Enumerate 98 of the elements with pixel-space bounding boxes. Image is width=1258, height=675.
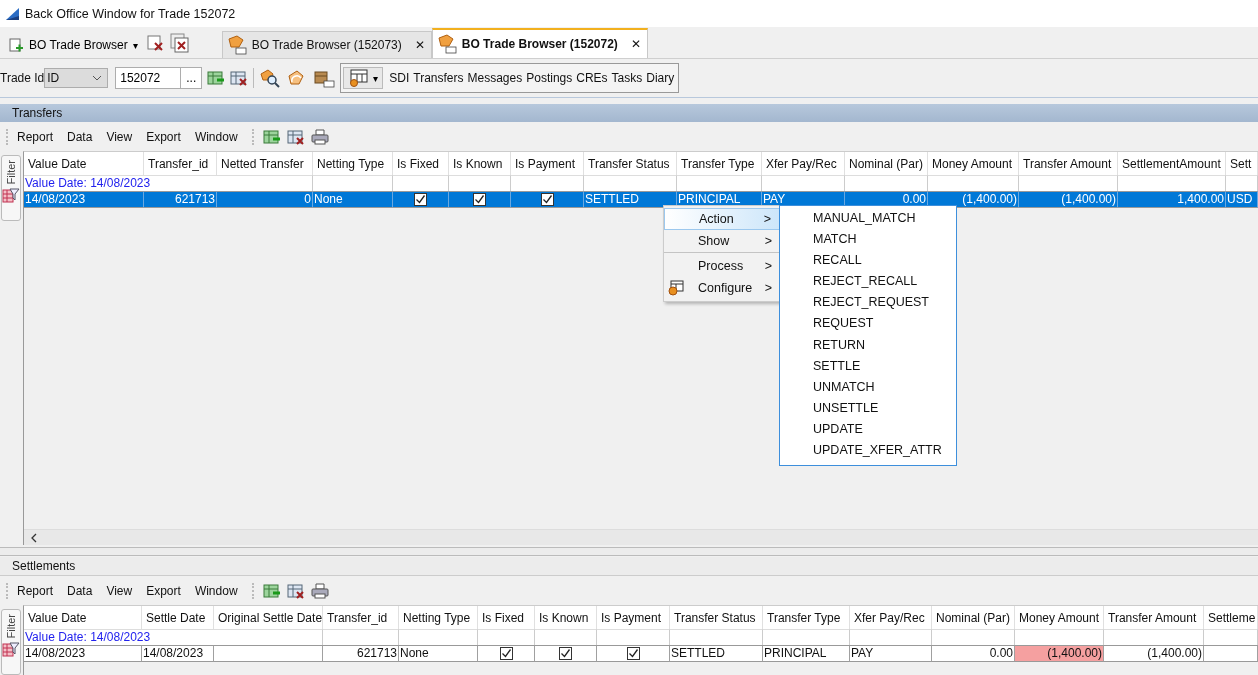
id-type-dropdown[interactable]: ID xyxy=(44,68,109,88)
submenu-item[interactable]: UPDATE xyxy=(780,418,956,441)
menu-item[interactable]: Report xyxy=(17,583,54,598)
document-icon xyxy=(226,35,249,55)
submenu-item[interactable]: RECALL xyxy=(780,250,956,272)
printer-icon[interactable] xyxy=(310,582,329,599)
menu-item[interactable]: Export xyxy=(146,583,181,598)
submenu-item[interactable]: REJECT_REQUEST xyxy=(780,292,956,314)
submenu-item[interactable]: UPDATE_XFER_ATTR xyxy=(780,440,956,462)
scroll-left-icon[interactable] xyxy=(30,532,38,543)
app-logo-icon xyxy=(5,6,21,21)
table-cell: None xyxy=(313,191,393,208)
table-export-icon[interactable] xyxy=(262,582,281,599)
document-tab[interactable]: BO Trade Browser (152073) ✕ xyxy=(221,31,432,58)
window-title: Back Office Window for Trade 152072 xyxy=(25,6,236,21)
table-cell: (1,400.00) xyxy=(1019,191,1118,208)
checkbox[interactable] xyxy=(626,647,640,660)
table-cell: 14/08/2023 xyxy=(142,645,214,662)
table-export-icon[interactable] xyxy=(207,70,226,86)
table-cell xyxy=(1204,629,1258,645)
table-cell: (1,400.00) xyxy=(928,191,1019,208)
submenu-item[interactable]: SETTLE xyxy=(780,355,956,377)
submenu-item[interactable]: UNMATCH xyxy=(780,376,956,398)
table-filter-icon xyxy=(2,187,20,206)
table-cell: USD xyxy=(1226,191,1258,208)
new-browser-button[interactable]: BO Trade Browser ▾ xyxy=(6,32,140,58)
table-cell: 621713 xyxy=(144,191,217,208)
toolbar-link[interactable]: Messages xyxy=(467,71,523,85)
table-cell: (1,400.00) xyxy=(1015,645,1104,662)
menu-item[interactable]: Data xyxy=(67,129,93,144)
table-delete-icon[interactable] xyxy=(286,582,305,599)
table-cell: 621713 xyxy=(323,645,399,662)
panel-header: Settlements xyxy=(0,557,1258,576)
layout-dropdown-button[interactable]: ▾ xyxy=(343,67,384,89)
submenu-item[interactable]: REQUEST xyxy=(780,313,956,335)
submenu-item[interactable]: MANUAL_MATCH xyxy=(780,208,956,230)
menu-item[interactable]: View xyxy=(106,583,133,598)
context-menu-item[interactable]: Configure > xyxy=(664,277,780,299)
table-cell: PAY xyxy=(850,645,932,662)
chevron-down-icon xyxy=(92,75,103,81)
context-menu-item[interactable]: Process > xyxy=(664,255,780,277)
package-icon[interactable] xyxy=(313,68,336,88)
filter-tab[interactable]: Filter xyxy=(1,155,21,221)
toolbar-link[interactable]: Postings xyxy=(526,71,573,85)
toolbar-link[interactable]: SDI xyxy=(389,71,410,85)
table-delete-icon[interactable] xyxy=(286,128,305,145)
menu-item[interactable]: Window xyxy=(194,129,238,144)
table-cell: None xyxy=(399,645,478,662)
document-tab[interactable]: BO Trade Browser (152072) ✕ xyxy=(431,28,648,58)
printer-icon[interactable] xyxy=(310,128,329,145)
toolbar-link[interactable]: CREs xyxy=(576,71,608,85)
close-window-icon[interactable] xyxy=(145,33,164,52)
checkbox[interactable] xyxy=(414,193,427,206)
toolbar-link[interactable]: Tasks xyxy=(611,71,643,85)
panel-header: Transfers xyxy=(0,104,1258,122)
menu-item[interactable]: View xyxy=(106,129,133,144)
submenu-item[interactable]: MATCH xyxy=(780,229,956,251)
table-cell: (1,400.00) xyxy=(1104,645,1204,662)
add-document-icon xyxy=(8,37,24,53)
table-cell: 0.00 xyxy=(932,645,1015,662)
table-export-icon[interactable] xyxy=(262,128,281,145)
table-cell: SETTLED xyxy=(670,645,763,662)
submenu-item[interactable]: REJECT_RECALL xyxy=(780,271,956,293)
toolbar-link[interactable]: Diary xyxy=(646,71,675,85)
horizontal-scrollbar[interactable] xyxy=(24,529,1258,545)
trade-id-label: Trade Id xyxy=(0,71,45,85)
table-filter-icon xyxy=(2,641,20,660)
submenu-item[interactable]: UNSETTLE xyxy=(780,397,956,419)
checkbox[interactable] xyxy=(540,193,554,206)
toolbar-link[interactable]: Transfers xyxy=(413,71,464,85)
table-cell: SETTLED xyxy=(584,191,677,208)
table-cell xyxy=(449,175,511,191)
context-menu-item[interactable]: Action > xyxy=(664,208,780,230)
table-delete-icon[interactable] xyxy=(230,70,249,86)
table-cell xyxy=(1226,175,1258,191)
close-tab-button[interactable]: ✕ xyxy=(414,38,425,52)
menu-item[interactable]: Report xyxy=(17,129,54,144)
table-cell: 0 xyxy=(217,191,313,208)
menu-item[interactable]: Data xyxy=(67,583,93,598)
table-cell: 14/08/2023 xyxy=(24,645,142,662)
table-cell: 14/08/2023 xyxy=(24,191,144,208)
menu-item[interactable]: Window xyxy=(194,583,238,598)
search-icon[interactable] xyxy=(259,68,282,88)
checkbox[interactable] xyxy=(499,647,513,660)
trade-id-field[interactable]: 152072 xyxy=(115,67,182,89)
submenu-item[interactable]: RETURN xyxy=(780,334,956,356)
menu-item[interactable]: Export xyxy=(146,129,181,144)
checkbox[interactable] xyxy=(559,647,572,660)
table-cell xyxy=(393,175,449,191)
browse-button[interactable]: ... xyxy=(180,67,203,89)
close-all-icon[interactable] xyxy=(169,32,190,53)
filter-tab[interactable]: Filter xyxy=(1,609,21,675)
checkbox[interactable] xyxy=(473,193,486,206)
close-tab-button[interactable]: ✕ xyxy=(630,37,641,51)
table-cell xyxy=(1204,645,1258,662)
document-icon xyxy=(436,34,459,54)
table-cell: 1,400.00 xyxy=(1118,191,1226,208)
table-cell: PRINCIPAL xyxy=(763,645,850,662)
